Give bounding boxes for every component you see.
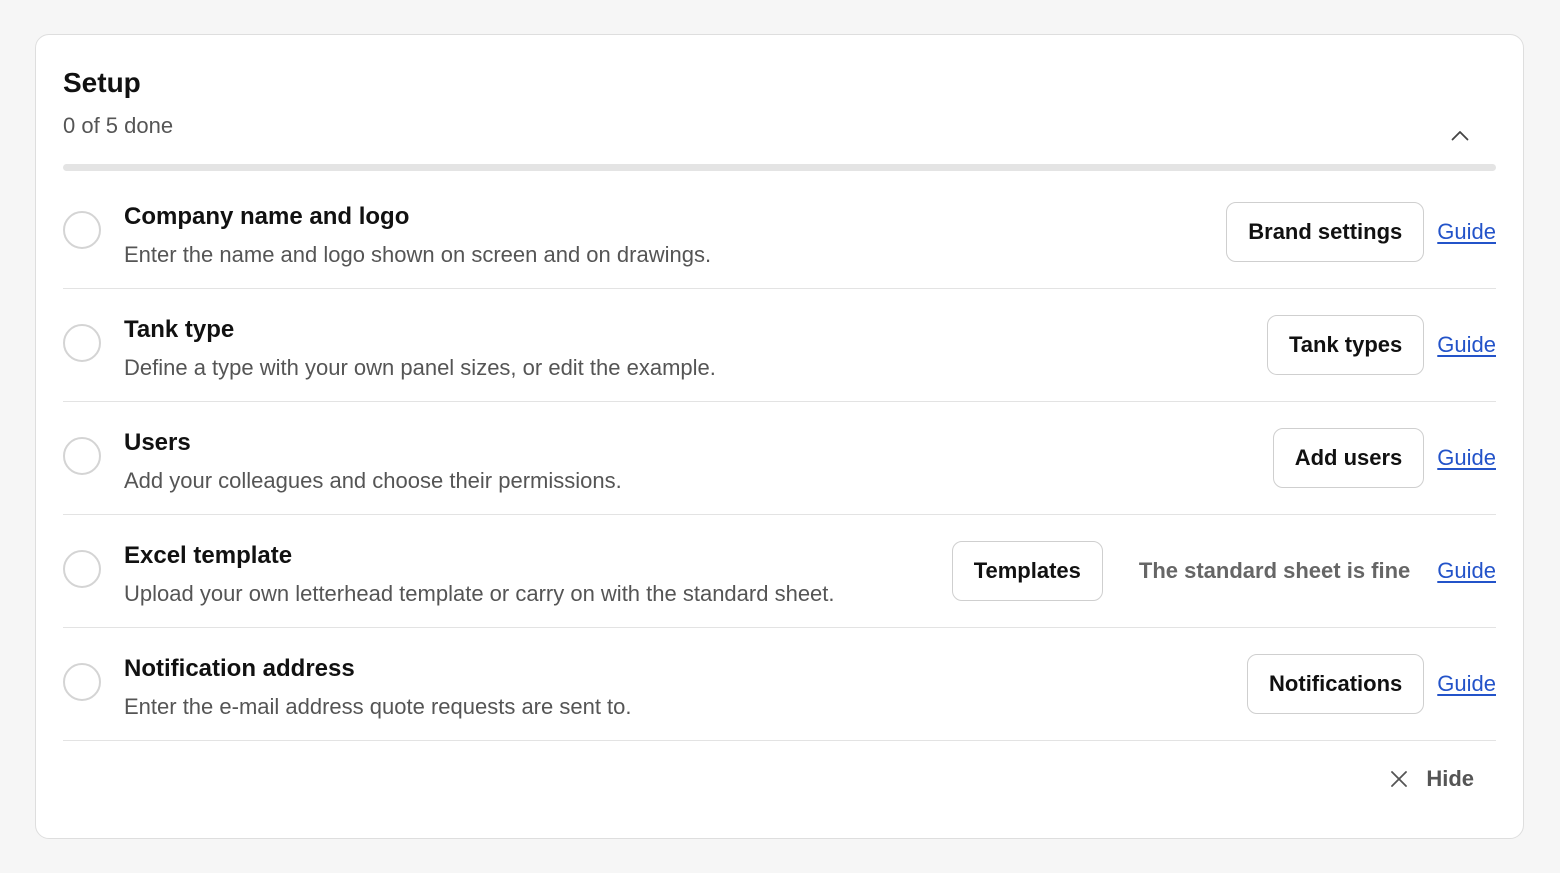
task-notification-address: Notification address Enter the e-mail ad… bbox=[63, 628, 1496, 741]
guide-link[interactable]: Guide bbox=[1437, 558, 1496, 584]
guide-link[interactable]: Guide bbox=[1437, 332, 1496, 358]
task-title: Tank type bbox=[124, 316, 235, 343]
chevron-up-icon bbox=[1451, 130, 1469, 140]
progress-bar bbox=[63, 164, 1496, 171]
hide-button[interactable]: Hide bbox=[1388, 766, 1474, 792]
task-users: Users Add your colleagues and choose the… bbox=[63, 402, 1496, 515]
task-company-name-and-logo: Company name and logo Enter the name and… bbox=[63, 176, 1496, 289]
task-title: Company name and logo bbox=[124, 203, 410, 230]
task-list: Company name and logo Enter the name and… bbox=[63, 176, 1496, 741]
task-checkbox[interactable] bbox=[63, 437, 101, 475]
add-users-button[interactable]: Add users bbox=[1272, 428, 1425, 488]
guide-link[interactable]: Guide bbox=[1437, 445, 1496, 471]
task-actions: Brand settings Guide bbox=[1226, 176, 1496, 288]
collapse-button[interactable] bbox=[1446, 121, 1474, 149]
task-description: Upload your own letterhead template or c… bbox=[124, 581, 835, 606]
task-description: Add your colleagues and choose their per… bbox=[124, 468, 622, 493]
guide-link[interactable]: Guide bbox=[1437, 219, 1496, 245]
task-actions: Notifications Guide bbox=[1247, 628, 1496, 740]
progress-text: 0 of 5 done bbox=[63, 113, 174, 138]
task-checkbox[interactable] bbox=[63, 211, 101, 249]
task-excel-template: Excel template Upload your own letterhea… bbox=[63, 515, 1496, 628]
task-actions: Templates The standard sheet is fine Gui… bbox=[951, 515, 1496, 627]
notifications-button[interactable]: Notifications bbox=[1247, 654, 1425, 714]
task-description: Enter the name and logo shown on screen … bbox=[124, 242, 712, 267]
task-description: Define a type with your own panel sizes,… bbox=[124, 355, 716, 380]
task-tank-type: Tank type Define a type with your own pa… bbox=[63, 289, 1496, 402]
task-title: Excel template bbox=[124, 542, 293, 569]
guide-link[interactable]: Guide bbox=[1437, 671, 1496, 697]
brand-settings-button[interactable]: Brand settings bbox=[1226, 202, 1425, 262]
setup-title: Setup bbox=[63, 67, 141, 98]
tank-types-button[interactable]: Tank types bbox=[1266, 315, 1425, 375]
task-title: Notification address bbox=[124, 655, 355, 682]
task-description: Enter the e-mail address quote requests … bbox=[124, 694, 632, 719]
hide-label: Hide bbox=[1426, 766, 1474, 791]
task-title: Users bbox=[124, 429, 191, 456]
task-checkbox[interactable] bbox=[63, 550, 101, 588]
standard-sheet-button[interactable]: The standard sheet is fine bbox=[1139, 558, 1410, 584]
task-actions: Add users Guide bbox=[1272, 402, 1496, 514]
setup-card: Setup 0 of 5 done Company name and logo … bbox=[35, 34, 1524, 839]
task-checkbox[interactable] bbox=[63, 663, 101, 701]
templates-button[interactable]: Templates bbox=[951, 541, 1103, 601]
task-checkbox[interactable] bbox=[63, 324, 101, 362]
task-actions: Tank types Guide bbox=[1266, 289, 1496, 401]
close-icon bbox=[1388, 768, 1410, 790]
